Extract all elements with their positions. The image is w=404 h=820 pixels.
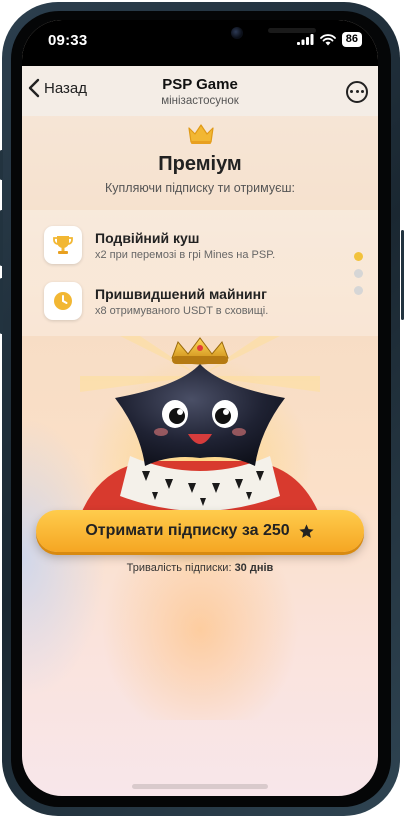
more-dot — [350, 90, 353, 93]
pagination-dot[interactable] — [354, 269, 363, 278]
star-icon — [299, 523, 314, 538]
subscribe-button[interactable]: Отримати підписку за 250 — [36, 510, 364, 552]
subscription-duration: Тривалість підписки: 30 днів — [22, 562, 378, 574]
duration-value: 30 днів — [234, 562, 274, 574]
feature-icon-box — [44, 226, 82, 264]
app-subtitle: мінізастосунок — [161, 95, 239, 107]
app-header: Назад PSP Game мінізастосунок — [22, 66, 378, 116]
status-time: 09:33 — [48, 32, 88, 49]
feature-item: Пришвидшений майнинг x8 отримуваного USD… — [44, 282, 268, 320]
side-button — [0, 150, 3, 180]
more-menu-button[interactable] — [346, 81, 368, 103]
volume-down-button — [0, 278, 3, 334]
feature-description: x2 при перемозі в грі Mines на PSP. — [95, 248, 276, 261]
carousel-pagination — [354, 252, 363, 295]
more-dot — [361, 90, 364, 93]
signal-icon — [296, 34, 314, 45]
battery-indicator: 86 — [341, 32, 362, 47]
feature-carousel[interactable]: Подвійний куш x2 при перемозі в грі Mine… — [22, 210, 378, 336]
feature-title: Подвійний куш — [95, 229, 200, 246]
trophy-icon — [53, 236, 73, 254]
status-bar: 09:33 86 — [22, 20, 378, 66]
clock-icon — [54, 292, 72, 310]
status-icons: 86 — [296, 32, 362, 47]
feature-title: Пришвидшений майнинг — [95, 285, 267, 302]
pagination-dot[interactable] — [354, 252, 363, 261]
app-title: PSP Game — [162, 76, 238, 93]
camera — [231, 27, 243, 39]
more-dot — [355, 90, 359, 93]
subscribe-label: Отримати підписку за 250 — [85, 522, 290, 539]
pagination-dot[interactable] — [354, 286, 363, 295]
notch — [115, 20, 316, 48]
home-indicator — [132, 784, 268, 789]
duration-label: Тривалість підписки: — [126, 562, 232, 574]
page-subtitle: Купляючи підписку ти отримуєш: — [105, 181, 295, 195]
mascot-illustration — [80, 336, 320, 516]
feature-item: Подвійний куш x2 при перемозі в грі Mine… — [44, 226, 275, 264]
crown-icon — [188, 124, 214, 144]
app-screen: 09:33 86 Назад PSP Game мінізастосунок П… — [22, 20, 378, 796]
volume-up-button — [0, 210, 3, 266]
feature-icon-box — [44, 282, 82, 320]
page-title: Преміум — [158, 153, 242, 175]
wifi-icon — [319, 33, 336, 45]
feature-description: x8 отримуваного USDT в сховищі. — [95, 304, 269, 317]
